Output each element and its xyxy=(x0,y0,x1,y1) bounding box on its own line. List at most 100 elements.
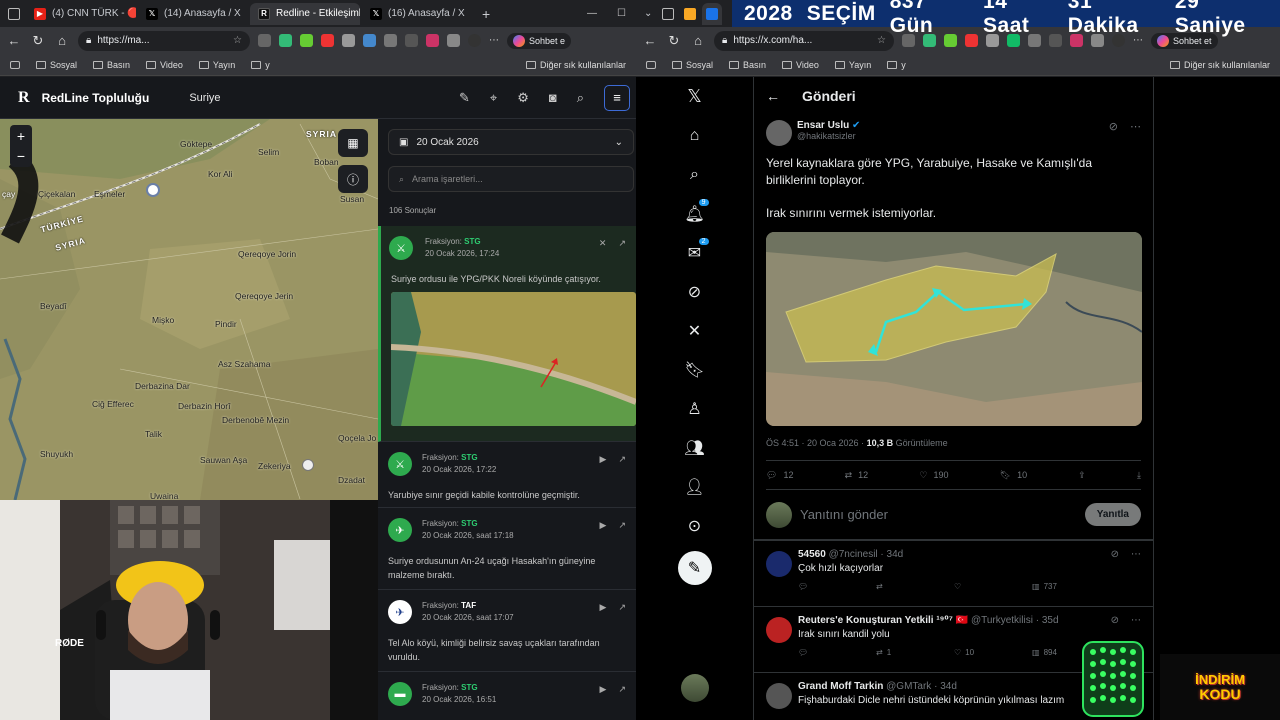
more-circle-icon[interactable]: ⊙ xyxy=(675,506,715,545)
maximize-icon[interactable]: ☐ xyxy=(617,8,626,19)
repost-stat[interactable]: ⇄ 1 xyxy=(876,648,954,657)
extension-icon[interactable] xyxy=(405,34,418,47)
external-link-icon[interactable]: ↗ xyxy=(618,602,626,613)
reply-avatar[interactable] xyxy=(766,683,792,709)
bookmark-folder[interactable]: Basın xyxy=(729,60,766,70)
other-bookmarks[interactable]: Diğer sık kullanılanlar xyxy=(1169,60,1270,70)
event-card[interactable]: ✈ Fraksiyon: STG 20 Ocak 2026, saat 17:18… xyxy=(378,508,636,590)
repost-icon[interactable]: ⇄ xyxy=(876,582,954,591)
video-icon[interactable]: ▶ xyxy=(600,454,607,465)
back-arrow-icon[interactable]: ← xyxy=(766,88,780,104)
favorite-icon[interactable]: ☆ xyxy=(877,35,886,46)
new-tab-button[interactable]: + xyxy=(474,3,498,25)
more-options-icon[interactable]: ⋯ xyxy=(1131,549,1141,560)
extension-icon[interactable] xyxy=(384,34,397,47)
back-icon[interactable]: ← xyxy=(642,33,658,48)
communities-icon[interactable]: 👥︎ xyxy=(675,428,715,467)
bookmarks-icon[interactable]: 🔖︎ xyxy=(675,350,715,389)
reply-avatar[interactable] xyxy=(766,551,792,577)
reply-input[interactable]: Yanıtını gönder xyxy=(800,507,1077,522)
more-icon[interactable]: ⋯ xyxy=(489,35,499,46)
like-stat[interactable]: ♡ 190 xyxy=(919,470,948,481)
extension-icon[interactable] xyxy=(426,34,439,47)
reply-button[interactable]: Yanıtla xyxy=(1084,503,1141,526)
bookmark-folder[interactable]: Sosyal xyxy=(36,60,77,70)
profile-icon[interactable]: 👤︎ xyxy=(675,467,715,506)
event-card[interactable]: ⚔ Fraksiyon: STG 20 Ocak 2026, 17:24 ✕ ↗ S… xyxy=(378,226,636,442)
bookmark-folder[interactable]: Yayın xyxy=(834,60,871,70)
search-icon[interactable]: ⌕ xyxy=(577,90,584,106)
date-selector[interactable]: ▣ 20 Ocak 2026 ⌄ xyxy=(388,129,634,155)
extension-icon[interactable] xyxy=(321,34,334,47)
hamburger-menu-icon[interactable]: ≡ xyxy=(604,84,630,111)
event-satellite-image[interactable] xyxy=(391,292,636,426)
reply-avatar[interactable] xyxy=(766,617,792,643)
country-selector[interactable]: Suriye xyxy=(189,92,220,104)
external-link-icon[interactable]: ↗ xyxy=(618,238,626,249)
reading-list-icon[interactable] xyxy=(10,60,20,69)
camera-icon[interactable]: ◙ xyxy=(549,90,557,105)
settings-gear-icon[interactable]: ⚙ xyxy=(517,90,529,106)
more-options-icon[interactable]: ⋯ xyxy=(1131,615,1141,626)
bookmark-folder[interactable]: Yayın xyxy=(198,60,235,70)
zoom-out-button[interactable]: − xyxy=(17,146,25,166)
video-icon[interactable]: ▶ xyxy=(600,684,607,695)
tab-actions-icon[interactable] xyxy=(4,3,24,25)
extension-icon[interactable] xyxy=(447,34,460,47)
grok-icon[interactable]: ⊘ xyxy=(1111,615,1119,626)
event-card[interactable]: ▬ Fraksiyon: STG 20 Ocak 2026, 16:51 ▶ ↗ xyxy=(378,672,636,720)
left-url-bar[interactable]: 🔒︎ https://ma... ☆ xyxy=(78,30,250,51)
author-name-row[interactable]: Ensar Uslu ✔ xyxy=(797,120,1141,131)
x-logo-icon[interactable]: 𝕏 xyxy=(675,77,715,116)
event-card[interactable]: ✈ Fraksiyon: TAF 20 Ocak 2026, saat 17:07… xyxy=(378,590,636,672)
compose-post-button[interactable]: ✎ xyxy=(677,551,712,585)
redline-logo[interactable]: R xyxy=(18,89,30,107)
map-layers-button[interactable]: ▦ xyxy=(338,129,368,157)
bookmark-folder[interactable]: Video xyxy=(146,60,183,70)
download-button[interactable]: ⤓ xyxy=(1137,470,1141,481)
grok-icon[interactable]: ⊘ xyxy=(1111,549,1119,560)
extension-icon[interactable] xyxy=(342,34,355,47)
views-stat[interactable]: ▥ 737 xyxy=(1032,582,1110,591)
grok-icon[interactable]: ⊘ xyxy=(675,272,715,311)
tab-cnn[interactable]: ▶ (4) CNN TÜRK - 🔴 C xyxy=(26,3,136,25)
close-icon[interactable]: ✕ xyxy=(599,238,607,249)
pinned-tab[interactable] xyxy=(680,3,700,25)
event-card[interactable]: ⚔ Fraksiyon: STG 20 Ocak 2026, 17:22 ▶ ↗ Y… xyxy=(378,442,636,508)
tab-x-16[interactable]: 𝕏(16) Anasayfa / X× xyxy=(362,3,472,25)
tweet-map-image[interactable] xyxy=(766,232,1142,426)
external-link-icon[interactable]: ↗ xyxy=(618,520,626,531)
bookmark-folder[interactable]: y xyxy=(887,60,906,70)
other-bookmarks[interactable]: Diğer sık kullanılanlar xyxy=(525,60,626,70)
back-icon[interactable]: ← xyxy=(6,33,22,48)
home-icon[interactable]: ⌂ xyxy=(54,33,70,48)
reload-icon[interactable]: ↻ xyxy=(666,33,682,49)
right-url-bar[interactable]: 🔒︎ https://x.com/ha... ☆ xyxy=(714,30,894,51)
premium-x-icon[interactable]: ✕ xyxy=(675,311,715,350)
external-link-icon[interactable]: ↗ xyxy=(618,454,626,465)
reload-icon[interactable]: ↻ xyxy=(30,33,46,49)
bookmark-folder[interactable]: y xyxy=(251,60,270,70)
like-stat[interactable]: ♡ 10 xyxy=(954,648,1032,657)
zoom-in-button[interactable]: + xyxy=(17,126,25,146)
marker-search-input[interactable]: ⌕ Arama işaretleri... xyxy=(388,166,634,192)
reply-icon[interactable]: 💬︎ xyxy=(798,582,876,591)
author-handle[interactable]: @hakikatsizler xyxy=(797,131,1141,141)
bookmark-folder[interactable]: Sosyal xyxy=(672,60,713,70)
repost-stat[interactable]: ⇄ 12 xyxy=(845,470,869,481)
map-marker-icon[interactable] xyxy=(302,459,314,471)
more-options-icon[interactable]: ⋯ xyxy=(1130,120,1141,133)
author-avatar[interactable] xyxy=(766,120,792,146)
video-icon[interactable]: ▶ xyxy=(600,520,607,531)
favorite-icon[interactable]: ☆ xyxy=(233,35,242,46)
tab-redline[interactable]: RRedline - Etkileşimli S× xyxy=(250,2,360,25)
workspaces-icon[interactable] xyxy=(658,3,678,25)
external-link-icon[interactable]: ↗ xyxy=(618,684,626,695)
tab-x-14[interactable]: 𝕏(14) Anasayfa / X× xyxy=(138,3,248,25)
bookmark-stat[interactable]: 🔖︎ 10 xyxy=(1000,470,1027,481)
map-info-button[interactable]: ⓘ xyxy=(338,165,368,193)
extension-icon[interactable] xyxy=(258,34,271,47)
messages-envelope-icon[interactable]: ✉ 2 xyxy=(675,233,715,272)
copilot-chat-button[interactable]: Sohbet e xyxy=(507,32,572,49)
reply-icon[interactable]: 💬︎ xyxy=(798,648,876,657)
